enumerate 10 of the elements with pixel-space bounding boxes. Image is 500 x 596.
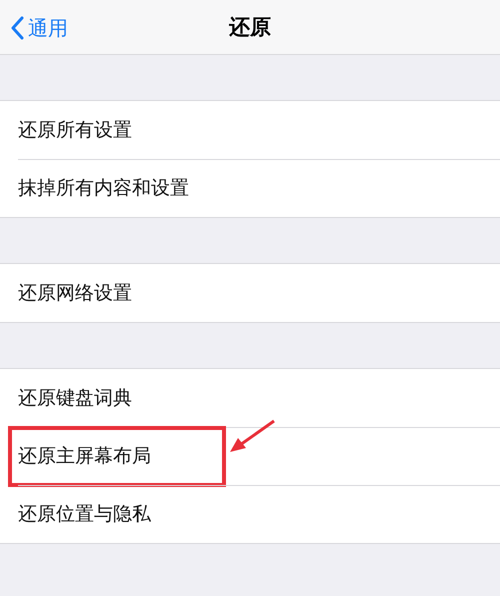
back-button[interactable]: 通用 <box>0 0 68 55</box>
settings-row-label[interactable]: 还原位置与隐私 <box>18 500 151 528</box>
pointer-arrow <box>230 420 275 452</box>
settings-row-label[interactable]: 还原主屏幕布局 <box>18 442 151 470</box>
settings-row-label[interactable]: 还原所有设置 <box>18 116 132 144</box>
settings-row-label[interactable]: 抹掉所有内容和设置 <box>18 174 189 202</box>
settings-row-label[interactable]: 还原键盘词典 <box>18 384 132 412</box>
screen-title: 还原 <box>229 14 271 41</box>
chevron-icon <box>10 16 24 40</box>
settings-row-label[interactable]: 还原网络设置 <box>18 278 132 308</box>
